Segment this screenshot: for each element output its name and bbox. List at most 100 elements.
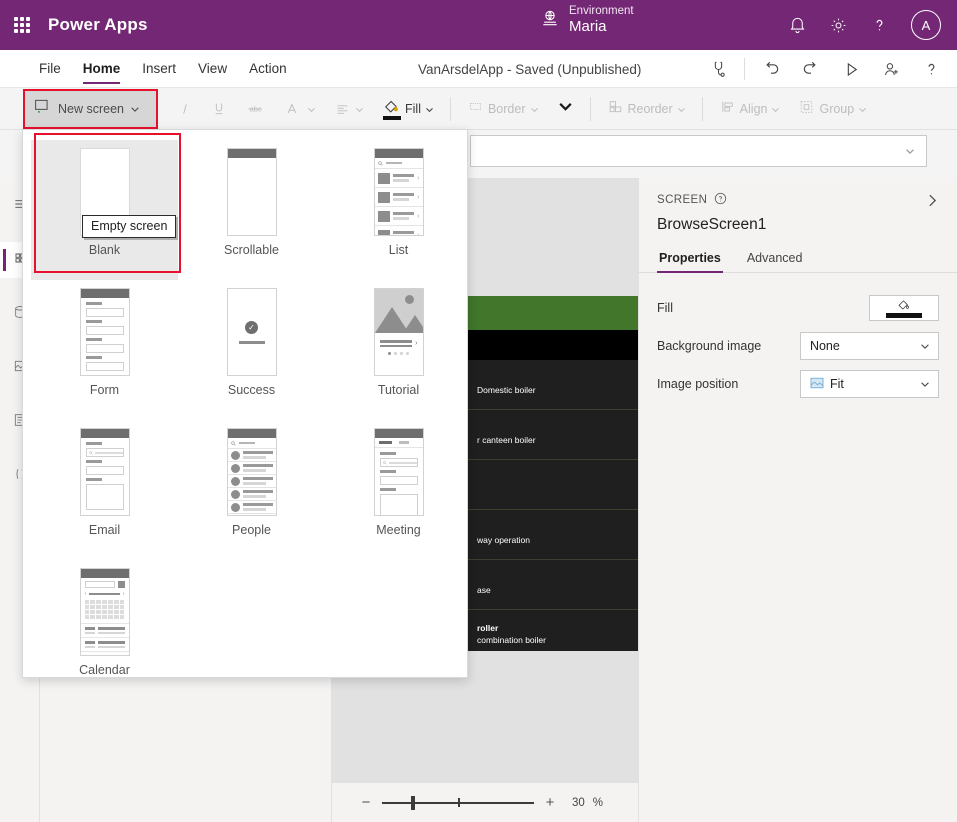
app-launcher-icon[interactable]: [0, 17, 44, 33]
border-button[interactable]: Border: [458, 88, 548, 130]
image-position-select[interactable]: Fit: [799, 370, 939, 398]
new-screen-flyout: Blank Scrollable › › › › List Form ✓ Suc…: [22, 129, 468, 678]
divider: [589, 97, 591, 121]
template-email[interactable]: Email: [31, 420, 178, 560]
property-rows: Fill Background image None Image positio…: [639, 273, 957, 403]
zoom-bar: − + 30 %: [332, 782, 638, 822]
reorder-label: Reorder: [627, 102, 673, 116]
share-person-icon[interactable]: [871, 50, 911, 88]
template-people[interactable]: People: [178, 420, 325, 560]
background-image-value: None: [809, 339, 840, 353]
tooltip-empty-screen: Empty screen: [82, 215, 177, 238]
fill-button[interactable]: Fill: [373, 88, 443, 130]
menu-item-action[interactable]: Action: [238, 50, 298, 88]
underline-icon[interactable]: [202, 88, 236, 130]
app-header: Power Apps Environment Maria A: [0, 0, 957, 50]
chevron-down-icon: [921, 344, 929, 349]
template-calendar[interactable]: ‹ › Calendar: [31, 560, 178, 700]
list-item-subtitle: r canteen boiler: [477, 434, 536, 445]
new-screen-label: New screen: [58, 102, 124, 116]
strikethrough-icon[interactable]: abc: [236, 88, 274, 130]
header-actions: A: [788, 0, 949, 50]
property-row-background-image: Background image None: [657, 327, 939, 365]
zoom-in-button[interactable]: +: [542, 794, 558, 811]
chevron-down-icon: [906, 149, 914, 155]
background-image-select[interactable]: None: [799, 332, 939, 360]
tab-advanced[interactable]: Advanced: [745, 246, 805, 272]
zoom-value: 30: [572, 796, 585, 809]
panel-kicker: SCREEN: [657, 194, 708, 206]
tab-properties[interactable]: Properties: [657, 246, 723, 273]
template-label-people: People: [232, 523, 271, 537]
template-blank[interactable]: Blank: [31, 133, 181, 280]
environment-globe-icon: [540, 8, 560, 33]
menu-item-home[interactable]: Home: [72, 50, 132, 88]
question-icon[interactable]: [870, 16, 889, 35]
divider: [449, 97, 451, 121]
environment-label: Environment: [569, 5, 634, 17]
question-circle-icon[interactable]: [714, 192, 727, 208]
fill-label: Fill: [405, 102, 421, 116]
gear-icon[interactable]: [829, 16, 848, 35]
template-label-form: Form: [89, 383, 120, 397]
fill-color-button[interactable]: [868, 295, 939, 321]
font-color-icon[interactable]: [274, 88, 325, 130]
undo-icon[interactable]: [751, 50, 791, 88]
screen-name: BrowseScreen1: [657, 216, 767, 233]
template-label-tutorial: Tutorial: [377, 383, 420, 397]
environment-name: Maria: [569, 18, 607, 36]
brand-title[interactable]: Power Apps: [48, 15, 148, 35]
template-thumbnail-scrollable: [226, 148, 277, 236]
template-thumbnail-meeting: [373, 428, 424, 516]
group-button[interactable]: Group: [789, 88, 876, 130]
fill-bucket-icon: [898, 300, 910, 310]
property-row-fill: Fill: [657, 289, 939, 327]
zoom-slider-tick: [458, 798, 460, 807]
template-thumbnail-calendar: ‹ ›: [79, 568, 130, 656]
border-label: Border: [487, 102, 526, 116]
zoom-slider[interactable]: [382, 795, 534, 810]
more-options-chevron[interactable]: [548, 88, 583, 130]
avatar[interactable]: A: [911, 10, 941, 40]
help-question-icon[interactable]: [911, 50, 951, 88]
align-left-icon[interactable]: [325, 88, 373, 130]
reorder-icon: [607, 99, 624, 120]
fill-color-swatch: [885, 313, 922, 318]
template-scrollable[interactable]: Scrollable: [178, 140, 325, 280]
template-label-success: Success: [227, 383, 276, 397]
template-thumbnail-form: [79, 288, 130, 376]
template-meeting[interactable]: Meeting: [325, 420, 472, 560]
menu-item-insert[interactable]: Insert: [131, 50, 187, 88]
ribbon-tool-group: abc Fill Border Reorder Align Group: [168, 88, 876, 130]
bell-icon[interactable]: [788, 16, 807, 35]
zoom-slider-thumb[interactable]: [410, 795, 415, 810]
template-success[interactable]: ✓ Success: [178, 280, 325, 420]
menu-item-view[interactable]: View: [187, 50, 238, 88]
zoom-unit: %: [592, 796, 604, 809]
environment-selector[interactable]: Environment Maria: [540, 5, 634, 35]
zoom-out-button[interactable]: −: [358, 794, 374, 811]
template-list[interactable]: › › › › List: [325, 140, 472, 280]
redo-icon[interactable]: [791, 50, 831, 88]
property-row-image-position: Image position Fit: [657, 365, 939, 403]
italic-icon[interactable]: [168, 88, 202, 130]
list-item-subtitle: way operation: [477, 534, 530, 545]
template-thumbnail-tutorial: ›: [373, 288, 424, 376]
reorder-button[interactable]: Reorder: [598, 88, 695, 130]
divider: [744, 58, 745, 80]
align-button[interactable]: Align: [710, 88, 790, 130]
menu-bar-actions: [698, 50, 951, 88]
new-screen-button[interactable]: New screen: [25, 91, 156, 127]
formula-input[interactable]: [470, 135, 927, 167]
preview-play-icon[interactable]: [831, 50, 871, 88]
chevron-down-icon: [131, 107, 139, 112]
template-tutorial[interactable]: › Tutorial: [325, 280, 472, 420]
app-checker-icon[interactable]: [698, 50, 738, 88]
template-label-email: Email: [88, 523, 121, 537]
group-icon: [798, 99, 815, 120]
check-icon: ✓: [245, 320, 258, 334]
list-item-subtitle: ase: [477, 584, 491, 595]
menu-item-file[interactable]: File: [28, 50, 72, 88]
template-form[interactable]: Form: [31, 280, 178, 420]
chevron-right-icon[interactable]: [924, 192, 941, 214]
